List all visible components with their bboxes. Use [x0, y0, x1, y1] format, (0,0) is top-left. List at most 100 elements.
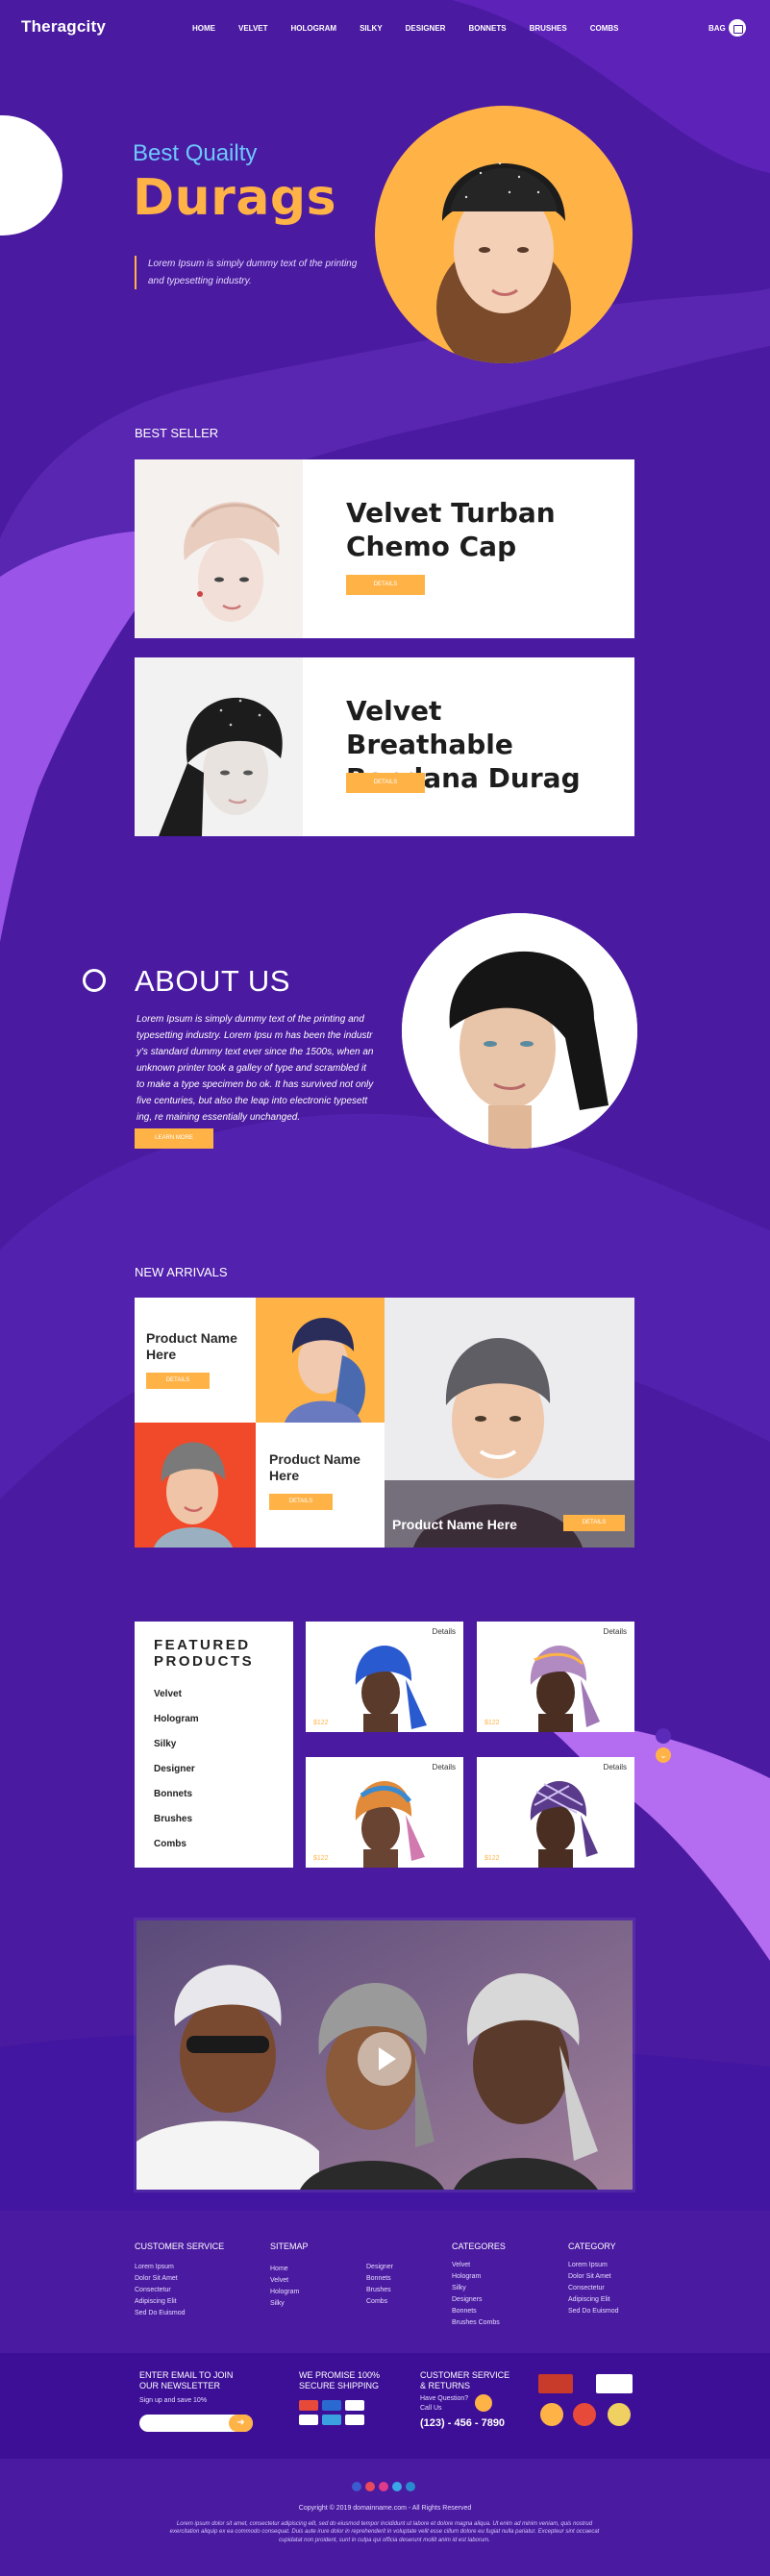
- footer-link[interactable]: Designers: [452, 2296, 483, 2303]
- footer-link[interactable]: Silky: [452, 2285, 466, 2291]
- featured-product-card-1[interactable]: Details $122: [306, 1622, 463, 1732]
- nav-item-silky[interactable]: SILKY: [360, 24, 383, 33]
- nav-item-hologram[interactable]: HOLOGRAM: [291, 24, 337, 33]
- nav-item-velvet[interactable]: VELVET: [238, 24, 268, 33]
- bag-label[interactable]: BAG: [708, 24, 726, 33]
- carousel-up-button[interactable]: [656, 1728, 671, 1744]
- nav-item-home[interactable]: HOME: [192, 24, 215, 33]
- about-title: ABOUT US: [135, 964, 290, 998]
- background-swooshes: [0, 0, 770, 2576]
- arrival-card-1[interactable]: Product Name Here DETAILS: [135, 1298, 256, 1423]
- footer-link[interactable]: Hologram: [270, 2289, 299, 2295]
- featured-menu-silky[interactable]: Silky: [154, 1739, 176, 1749]
- footer-link[interactable]: Adipiscing Elit: [135, 2298, 177, 2305]
- service-phone[interactable]: (123) - 456 - 7890: [420, 2417, 505, 2429]
- amex-icon: [322, 2400, 341, 2411]
- footer-link[interactable]: Designer: [366, 2264, 393, 2270]
- copyright-text: Copyright © 2019 domainname.com - All Ri…: [298, 2505, 472, 2512]
- facebook-icon[interactable]: [352, 2482, 361, 2491]
- nav-item-combs[interactable]: COMBS: [590, 24, 619, 33]
- footer-link[interactable]: Bonnets: [366, 2275, 391, 2282]
- footer-link[interactable]: Silky: [270, 2300, 285, 2307]
- quality-seal-icon: [608, 2403, 631, 2426]
- product-details-link[interactable]: Details: [433, 1763, 456, 1771]
- hero-text: Lorem Ipsum is simply dummy text of the …: [135, 256, 365, 289]
- product-details-link[interactable]: Details: [604, 1763, 627, 1771]
- footer-link[interactable]: Combs: [366, 2298, 387, 2305]
- trust-badge: [596, 2374, 633, 2393]
- best-seller-card-1[interactable]: Velvet Turban Chemo Cap DETAILS: [135, 459, 634, 638]
- product-image: [355, 1780, 425, 1868]
- play-icon[interactable]: [358, 2032, 411, 2086]
- arrival-card-2[interactable]: Product Name Here DETAILS: [256, 1423, 385, 1548]
- product-details-link[interactable]: Details: [433, 1627, 456, 1636]
- maestro-icon: [345, 2415, 364, 2425]
- service-question: Have Question?: [420, 2395, 469, 2402]
- footer-link[interactable]: Consectetur: [568, 2285, 605, 2291]
- footer-link[interactable]: Hologram: [452, 2273, 481, 2280]
- newsletter-submit-button[interactable]: ➜: [229, 2415, 253, 2432]
- footer-link[interactable]: Velvet: [452, 2262, 470, 2268]
- featured-menu-combs[interactable]: Combs: [154, 1839, 186, 1849]
- footer-bottom: [0, 2459, 770, 2576]
- about-text: Lorem Ipsum is simply dummy text of the …: [137, 1014, 374, 1123]
- footer-link[interactable]: Lorem Ipsum: [135, 2264, 174, 2270]
- google-plus-icon[interactable]: [365, 2482, 375, 2491]
- product-name[interactable]: Product Name Here: [269, 1451, 375, 1484]
- pinterest-icon[interactable]: [379, 2482, 388, 2491]
- nav-item-bonnets[interactable]: BONNETS: [468, 24, 506, 33]
- bag-icon[interactable]: [729, 19, 746, 37]
- footer-link[interactable]: Bonnets: [452, 2308, 477, 2315]
- product-name[interactable]: Product Name Here: [146, 1330, 242, 1363]
- product-name[interactable]: Velvet Turban Chemo Cap: [346, 496, 615, 563]
- product-details-link[interactable]: Details: [604, 1627, 627, 1636]
- featured-product-card-4[interactable]: Details $122: [477, 1757, 634, 1868]
- about-decor-ring: [83, 969, 106, 992]
- new-arrivals-title: NEW ARRIVALS: [135, 1265, 228, 1279]
- main-nav: HOME VELVET HOLOGRAM SILKY DESIGNER BONN…: [192, 24, 641, 33]
- site-logo[interactable]: Theragcity: [21, 17, 106, 37]
- details-button[interactable]: DETAILS: [346, 773, 425, 793]
- footer-link[interactable]: Consectetur: [135, 2287, 171, 2293]
- details-button[interactable]: DETAILS: [346, 575, 425, 595]
- nav-item-brushes[interactable]: BRUSHES: [530, 24, 567, 33]
- featured-menu: FEATURED PRODUCTS Velvet Hologram Silky …: [135, 1622, 293, 1868]
- hero-subtitle: Best Quailty: [133, 140, 258, 166]
- featured-menu-brushes[interactable]: Brushes: [154, 1814, 192, 1824]
- featured-menu-bonnets[interactable]: Bonnets: [154, 1789, 192, 1799]
- footer-link[interactable]: Adipiscing Elit: [568, 2296, 610, 2303]
- product-name[interactable]: Product Name Here: [392, 1517, 517, 1533]
- featured-product-card-2[interactable]: Details $122: [477, 1622, 634, 1732]
- nav-item-designer[interactable]: DESIGNER: [406, 24, 446, 33]
- details-button[interactable]: DETAILS: [146, 1373, 210, 1389]
- arrival-card-3[interactable]: Product Name Here DETAILS: [385, 1298, 634, 1548]
- featured-menu-designer[interactable]: Designer: [154, 1764, 195, 1774]
- product-price: $122: [313, 1720, 329, 1726]
- details-button[interactable]: DETAILS: [563, 1515, 625, 1531]
- learn-more-button[interactable]: LEARN MORE: [135, 1128, 213, 1149]
- footer-link[interactable]: Dolor Sit Amet: [568, 2273, 611, 2280]
- footer-link[interactable]: Velvet: [270, 2277, 288, 2284]
- footer-disclaimer: Lorem ipsum dolor sit amet, consectetur …: [169, 2521, 600, 2543]
- footer-link[interactable]: Brushes Combs: [452, 2319, 500, 2326]
- twitter-icon[interactable]: [392, 2482, 402, 2491]
- featured-menu-hologram[interactable]: Hologram: [154, 1714, 199, 1724]
- carousel-down-button[interactable]: ⌄: [656, 1747, 671, 1763]
- details-button[interactable]: DETAILS: [269, 1494, 333, 1510]
- footer-link[interactable]: Lorem Ipsum: [568, 2262, 608, 2268]
- product-image: [135, 657, 303, 836]
- best-seller-card-2[interactable]: Velvet Breathable Bandana Durag DETAILS: [135, 657, 634, 836]
- footer-link[interactable]: Sed Do Euismod: [568, 2308, 619, 2315]
- featured-menu-velvet[interactable]: Velvet: [154, 1689, 182, 1699]
- linkedin-icon[interactable]: [406, 2482, 415, 2491]
- visa-icon: [299, 2415, 318, 2425]
- footer-link[interactable]: Dolor Sit Amet: [135, 2275, 178, 2282]
- featured-product-card-3[interactable]: Details $122: [306, 1757, 463, 1868]
- about-model-image: [402, 913, 637, 1149]
- site-header: Theragcity HOME VELVET HOLOGRAM SILKY DE…: [0, 0, 770, 58]
- footer-link[interactable]: Home: [270, 2266, 288, 2272]
- footer-link[interactable]: Sed Do Euismod: [135, 2310, 186, 2316]
- product-image: [530, 1645, 600, 1732]
- promo-video[interactable]: [137, 1920, 633, 2190]
- footer-link[interactable]: Brushes: [366, 2287, 391, 2293]
